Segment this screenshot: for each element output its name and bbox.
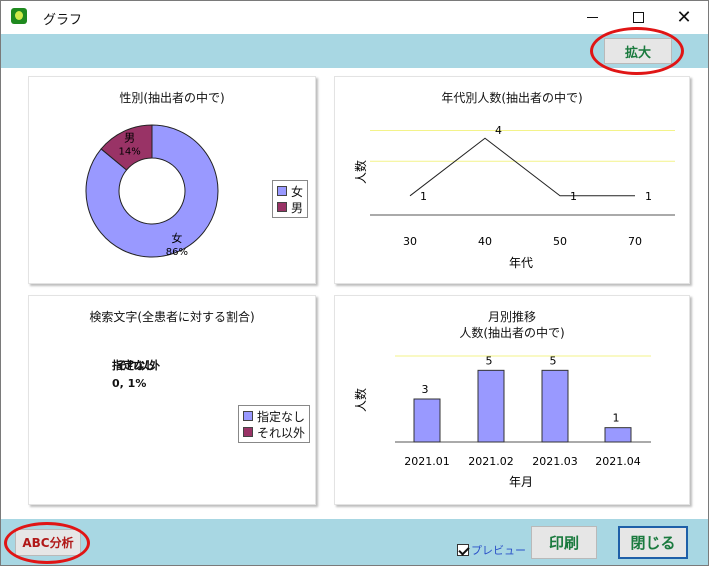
- x-axis-label: 年月: [509, 475, 533, 489]
- close-window-button[interactable]: ✕: [661, 1, 707, 34]
- minimize-button[interactable]: [569, 1, 615, 34]
- data-label: 1: [645, 190, 652, 203]
- y-axis-label: 人数: [353, 160, 368, 184]
- overlapping-labels: 指定なし それ以外 0, 1%: [112, 360, 172, 390]
- bar: [541, 369, 569, 443]
- graph-window: グラフ ✕ 拡大 性別(抽出者の中で) 女 86% 男 14% 女 男 年代別人数(抽…: [0, 0, 709, 566]
- title-bar: グラフ ✕: [1, 1, 708, 34]
- data-label: 1: [613, 412, 620, 425]
- x-tick-label: 2021.01: [404, 455, 450, 468]
- x-axis-label: 年代: [509, 256, 533, 270]
- preview-checkbox[interactable]: プレビュー: [457, 542, 526, 558]
- age-line-chart: 1 30 4 40 1 50 1 70 年代 人数: [353, 124, 675, 270]
- legend-item-female: 女: [277, 183, 303, 199]
- data-label: 3: [422, 383, 429, 396]
- x-tick-label: 2021.04: [595, 455, 641, 468]
- age-series-line: [409, 137, 635, 197]
- search-value: 0, 1%: [112, 377, 147, 390]
- maximize-button[interactable]: [615, 1, 661, 34]
- search-chart-title: 検索文字(全患者に対する割合): [89, 310, 255, 324]
- legend-label: 指定なし: [257, 409, 306, 424]
- abc-analysis-button[interactable]: ABC分析: [15, 529, 81, 556]
- preview-label: プレビュー: [471, 544, 526, 557]
- x-tick-label: 70: [628, 235, 642, 248]
- legend-swatch: [243, 427, 253, 437]
- x-tick-label: 2021.02: [468, 455, 514, 468]
- legend-swatch: [243, 411, 253, 421]
- slice-label: 女: [171, 231, 182, 245]
- slice-label: 男: [124, 131, 135, 144]
- x-tick-label: 40: [478, 235, 492, 248]
- legend-item-male: 男: [277, 199, 303, 215]
- legend-label: 女: [291, 184, 304, 199]
- toolbar: [1, 34, 708, 68]
- legend-label: それ以外: [257, 425, 306, 440]
- checkbox-checked-icon[interactable]: [457, 544, 469, 556]
- data-label: 1: [570, 190, 577, 203]
- maximize-icon: [632, 12, 644, 23]
- y-axis-label: 人数: [353, 388, 368, 412]
- data-label: 1: [420, 190, 427, 203]
- x-tick-label: 2021.03: [532, 455, 578, 468]
- slice-percent: 14%: [119, 146, 141, 157]
- app-icon: [11, 8, 27, 24]
- gender-chart-panel: 性別(抽出者の中で) 女 86% 男 14% 女 男: [28, 76, 316, 284]
- print-button[interactable]: 印刷: [531, 526, 597, 559]
- bar: [604, 427, 632, 443]
- bar: [477, 369, 505, 443]
- gender-legend: 女 男: [272, 180, 309, 218]
- search-legend: 指定なし それ以外: [238, 405, 311, 443]
- window-title: グラフ: [43, 13, 83, 28]
- age-chart-panel: 年代別人数(抽出者の中で) 1 30 4 40 1 50 1 70 年代 人数: [334, 76, 690, 284]
- legend-item-none: 指定なし: [243, 408, 305, 424]
- minimize-icon: [586, 17, 598, 18]
- zoom-button[interactable]: 拡大: [604, 38, 672, 64]
- data-label: 5: [486, 354, 493, 367]
- data-label: 5: [550, 354, 557, 367]
- slice-percent: 86%: [166, 247, 188, 258]
- x-tick-label: 50: [553, 235, 567, 248]
- bar: [413, 398, 441, 443]
- overlap-label-2: それ以外: [116, 359, 160, 372]
- close-icon: ✕: [676, 6, 692, 28]
- monthly-bar-chart: 3 2021.01 5 2021.02 5 2021.03 1 2021.04 年月 人数: [353, 354, 651, 489]
- legend-item-other: それ以外: [243, 424, 305, 440]
- search-text-panel: 検索文字(全患者に対する割合) 指定なし それ以外 0, 1% 指定なし それ以…: [28, 295, 316, 505]
- data-label: 4: [495, 124, 502, 137]
- close-button[interactable]: 閉じる: [618, 526, 688, 559]
- legend-swatch: [277, 202, 287, 212]
- legend-label: 男: [291, 200, 304, 215]
- monthly-chart-panel: 月別推移 人数(抽出者の中で) 3 2021.01 5 2021.02 5 2021.03…: [334, 295, 690, 505]
- legend-swatch: [277, 186, 287, 196]
- x-tick-label: 30: [403, 235, 417, 248]
- footer-bar: [1, 519, 708, 565]
